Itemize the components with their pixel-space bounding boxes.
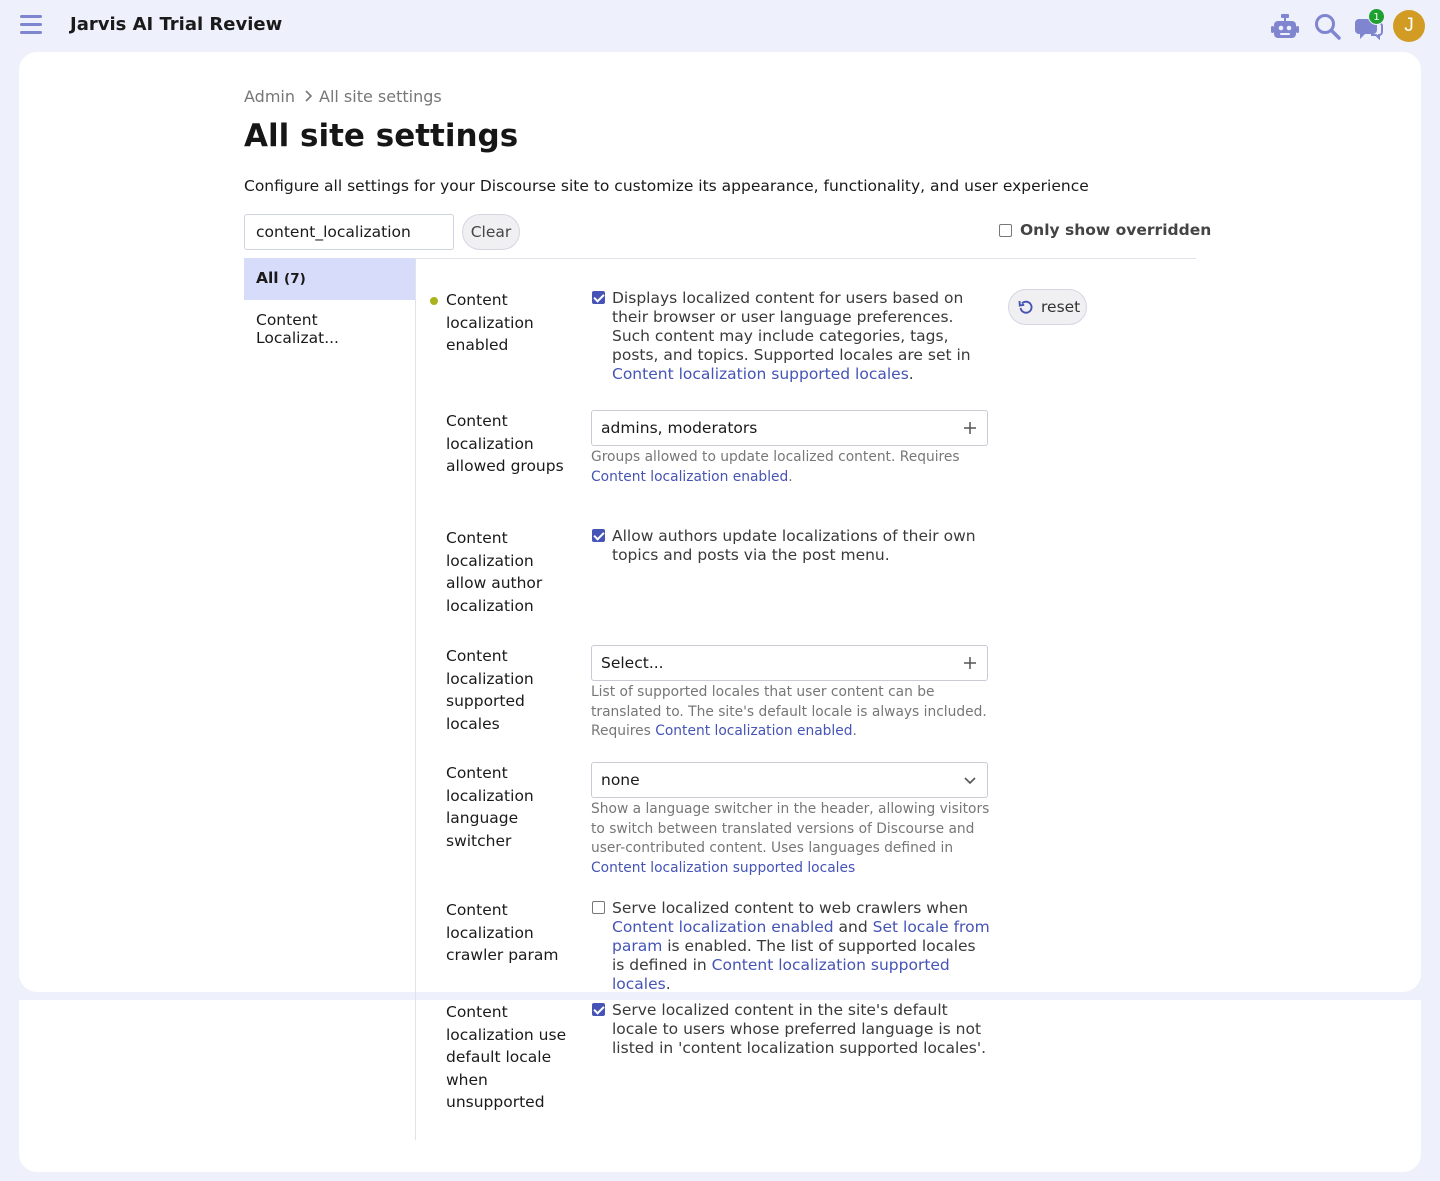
breadcrumb: Admin All site settings — [244, 87, 442, 106]
plus-icon — [964, 657, 976, 669]
breadcrumb-admin[interactable]: Admin — [244, 87, 295, 106]
only-overridden-toggle[interactable]: Only show overridden — [999, 221, 1211, 239]
default-locale-checkbox[interactable] — [592, 1003, 605, 1016]
setting-label-default-locale: Content localization use default locale … — [446, 1003, 567, 1111]
site-header: Jarvis AI Trial Review 1 J — [0, 0, 1440, 52]
only-overridden-checkbox[interactable] — [999, 223, 1012, 237]
author-localization-checkbox[interactable] — [592, 529, 605, 542]
category-content-localization[interactable]: Content Localizat... — [244, 300, 415, 347]
chevron-right-icon — [303, 87, 313, 106]
overridden-indicator — [430, 297, 438, 305]
setting-label-language-switcher: Content localization language switcher — [446, 764, 534, 850]
crawler-param-checkbox[interactable] — [592, 901, 605, 914]
link-content-localization-enabled[interactable]: Content localization enabled — [655, 723, 852, 739]
chevron-down-icon — [964, 777, 976, 785]
setting-label-supported-locales: Content localization supported locales — [446, 647, 534, 733]
setting-description: Serve localized content to web crawlers … — [612, 899, 990, 993]
reset-button[interactable]: reset — [1008, 289, 1087, 325]
select-value: admins, moderators — [601, 419, 758, 437]
link-content-localization-enabled[interactable]: Content localization enabled — [591, 469, 788, 485]
robot-icon[interactable] — [1270, 12, 1300, 42]
plus-icon — [964, 422, 976, 434]
enabled-checkbox[interactable] — [592, 291, 605, 304]
link-content-localization-enabled[interactable]: Content localization enabled — [612, 918, 834, 936]
only-overridden-label: Only show overridden — [1020, 221, 1212, 239]
setting-help: Show a language switcher in the header, … — [591, 801, 990, 876]
setting-label-allowed-groups: Content localization allowed groups — [446, 412, 564, 475]
setting-help: List of supported locales that user cont… — [591, 684, 987, 739]
reset-label: reset — [1041, 298, 1081, 316]
language-switcher-select[interactable]: none — [591, 762, 988, 798]
search-icon[interactable] — [1313, 12, 1343, 42]
link-supported-locales[interactable]: Content localization supported locales — [612, 365, 909, 383]
select-value: Select... — [601, 654, 664, 672]
supported-locales-select[interactable]: Select... — [591, 645, 988, 681]
setting-help: Groups allowed to update localized conte… — [591, 449, 960, 485]
setting-label-crawler-param: Content localization crawler param — [446, 901, 559, 964]
category-label: All — [256, 269, 279, 287]
settings-filter-input[interactable] — [244, 214, 454, 250]
setting-description: Allow authors update localizations of th… — [612, 527, 976, 564]
category-all[interactable]: All (7) — [244, 258, 415, 300]
breadcrumb-current: All site settings — [319, 87, 442, 106]
undo-icon — [1018, 300, 1033, 314]
setting-crawler-control: Serve localized content to web crawlers … — [591, 899, 991, 994]
clear-button[interactable]: Clear — [462, 214, 520, 250]
site-title[interactable]: Jarvis AI Trial Review — [70, 14, 282, 35]
setting-description: Serve localized content in the site's de… — [612, 1001, 987, 1057]
setting-enabled-control: Displays localized content for users bas… — [591, 289, 991, 384]
page-title: All site settings — [244, 118, 519, 154]
user-avatar[interactable]: J — [1393, 10, 1425, 42]
category-divider — [415, 258, 416, 1140]
setting-label-enabled: Content localization enabled — [446, 291, 534, 354]
select-value: none — [601, 771, 640, 789]
link-supported-locales[interactable]: Content localization supported locales — [591, 860, 855, 876]
chat-badge: 1 — [1368, 8, 1385, 25]
setting-description: Displays localized content for users bas… — [612, 289, 971, 383]
allowed-groups-select[interactable]: admins, moderators — [591, 410, 988, 446]
category-count: (7) — [284, 271, 306, 287]
setting-default-locale-control: Serve localized content in the site's de… — [591, 1001, 991, 1058]
hamburger-icon[interactable] — [20, 15, 42, 35]
setting-author-control: Allow authors update localizations of th… — [591, 527, 991, 565]
category-label: Content Localizat... — [256, 311, 339, 347]
setting-label-author-localization: Content localization allow author locali… — [446, 529, 543, 615]
page-description: Configure all settings for your Discours… — [244, 177, 1089, 195]
